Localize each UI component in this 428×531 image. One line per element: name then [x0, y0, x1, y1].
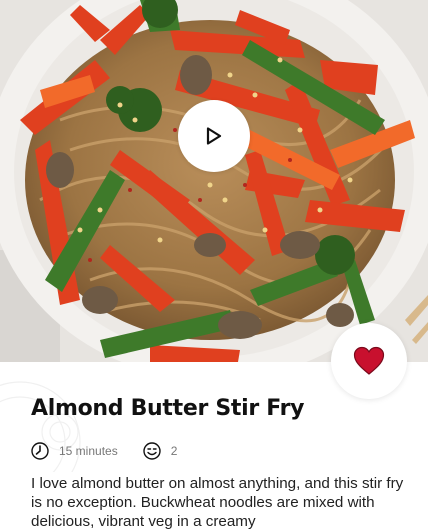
- servings-text: 2: [170, 444, 178, 458]
- recipe-hero-image: [0, 0, 428, 362]
- play-icon: [206, 127, 222, 145]
- play-video-button[interactable]: [178, 100, 250, 172]
- recipe-title: Almond Butter Stir Fry: [31, 396, 305, 421]
- stir-fry-photo: [0, 0, 428, 362]
- recipe-meta: 15 minutes 2: [30, 440, 201, 462]
- clock-icon: [31, 442, 49, 460]
- heart-icon: [353, 346, 385, 375]
- smiley-icon: [143, 442, 161, 460]
- servings: 2: [142, 441, 178, 461]
- favorite-button[interactable]: [331, 323, 407, 399]
- cook-time-text: 15 minutes: [59, 444, 118, 458]
- recipe-description: I love almond butter on almost anything,…: [31, 475, 404, 530]
- cook-time: 15 minutes: [30, 441, 118, 461]
